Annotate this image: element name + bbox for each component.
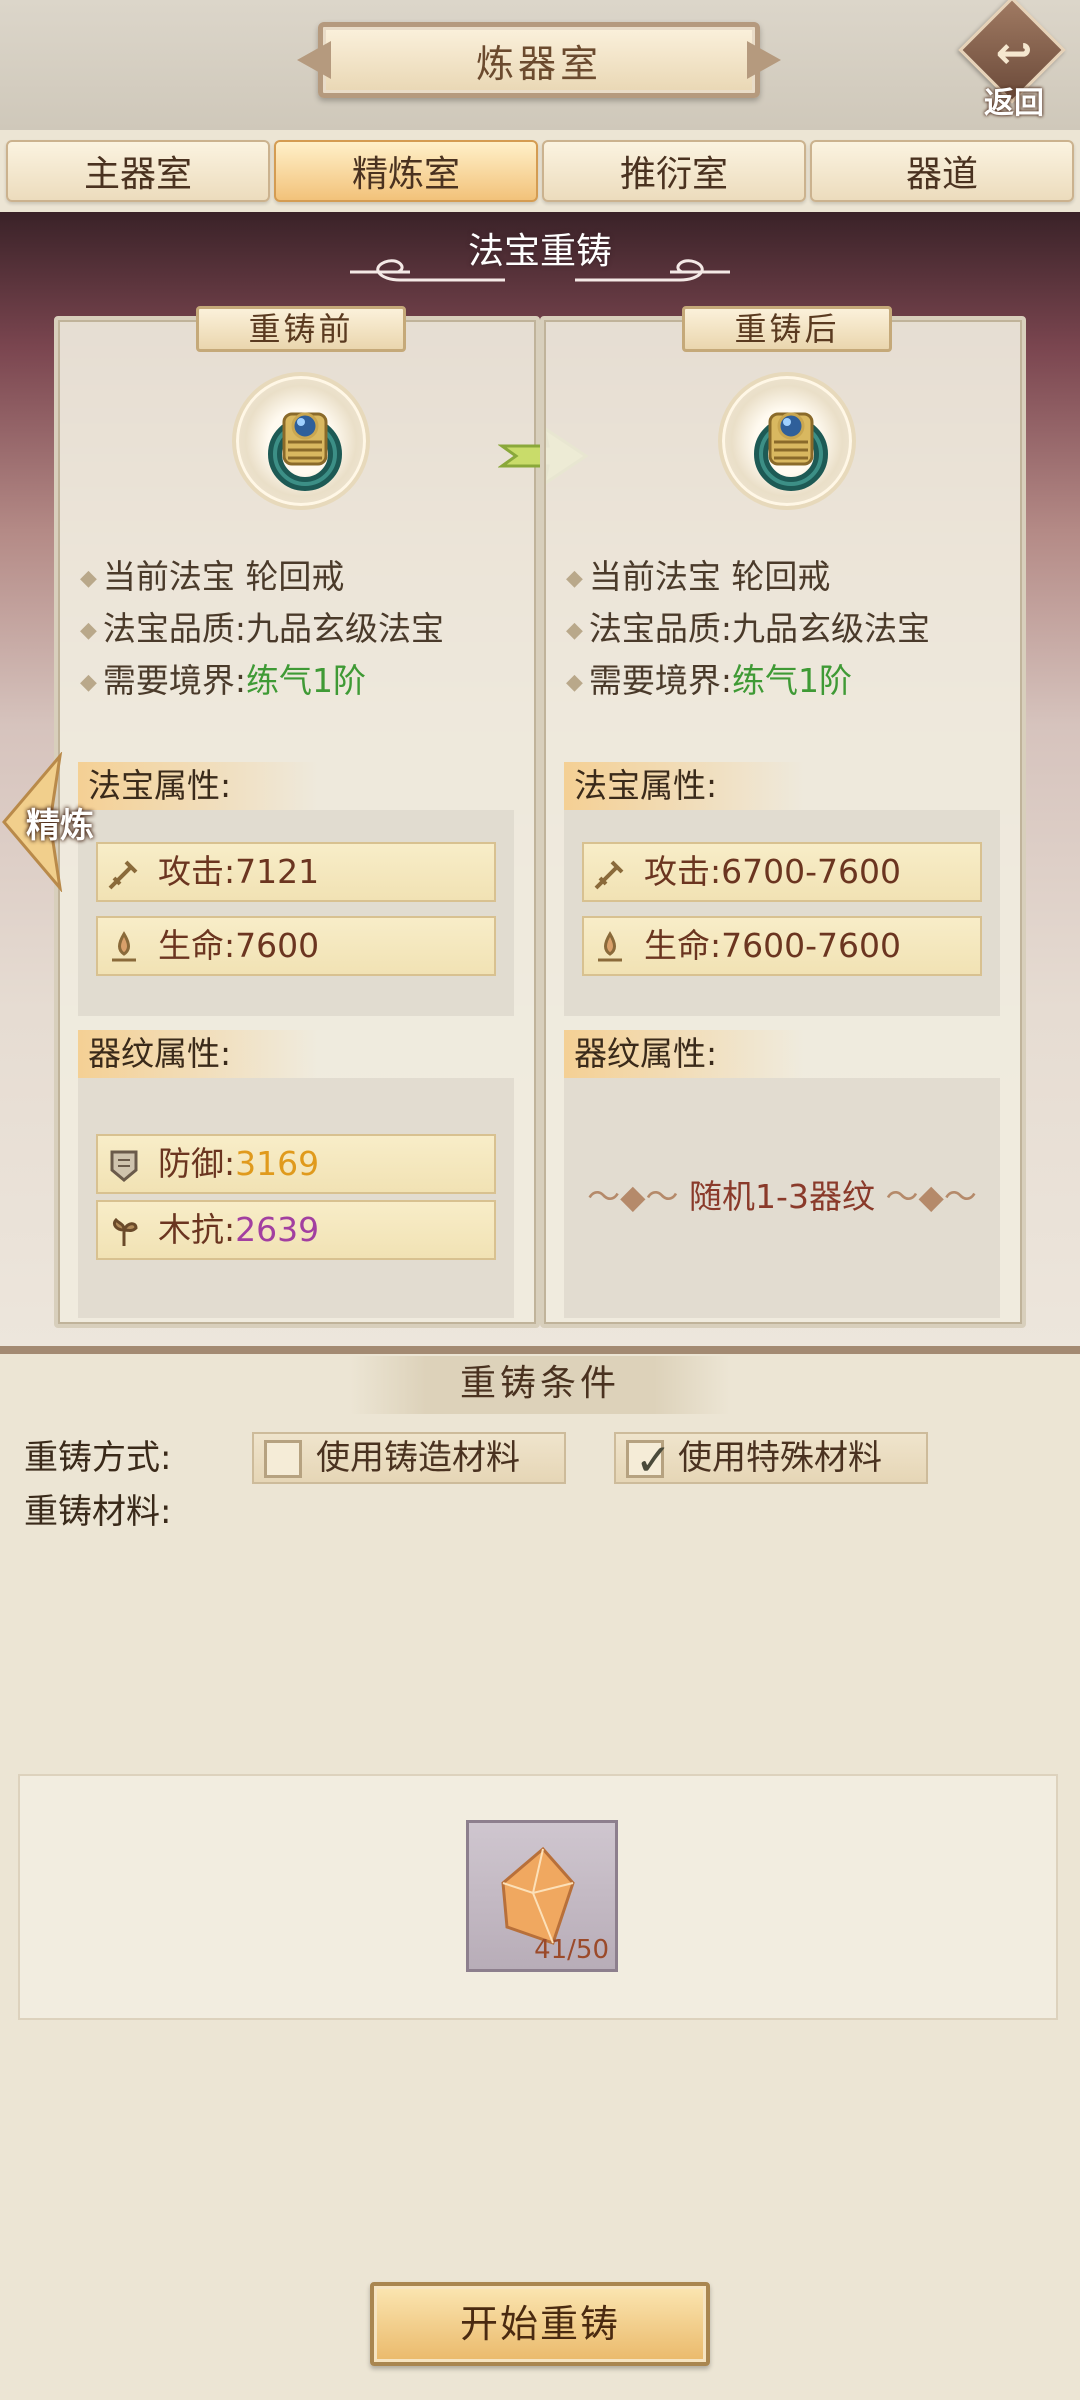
item-name-label: 当前法宝 xyxy=(588,557,721,596)
attack-label: 攻击: xyxy=(644,852,722,891)
option-label: 使用特殊材料 xyxy=(678,1438,882,1478)
pattern-label: 木抗: xyxy=(158,1210,236,1249)
attack-icon xyxy=(594,860,624,890)
hp-icon xyxy=(112,931,136,962)
before-item-slot[interactable] xyxy=(232,372,370,510)
attack-value: 7121 xyxy=(235,852,320,891)
item-realm-value: 练气1阶 xyxy=(732,661,853,700)
defense-icon xyxy=(110,1150,138,1182)
item-name-row: ◆ 当前法宝 轮回戒 xyxy=(80,550,344,600)
section-title: 法宝重铸 xyxy=(467,231,612,272)
hp-label: 生命: xyxy=(644,926,722,965)
hp-row: 生命:7600 xyxy=(96,916,496,976)
ring-icon xyxy=(754,412,828,491)
wood-resist-icon xyxy=(112,1217,138,1246)
hp-icon xyxy=(598,931,622,962)
item-quality-label: 法宝品质: xyxy=(588,609,733,648)
item-realm-label: 需要境界: xyxy=(588,661,733,700)
attack-value: 6700-7600 xyxy=(721,852,901,891)
artifact-attr-title: 法宝属性: xyxy=(564,762,804,810)
item-quality-value: 九品玄级法宝 xyxy=(732,609,931,648)
hp-value: 7600-7600 xyxy=(721,926,901,965)
checkbox-checked[interactable]: ✓ xyxy=(626,1437,672,1485)
item-realm-label: 需要境界: xyxy=(102,661,247,700)
diamond-bullet-icon: ◆ xyxy=(566,618,583,643)
after-item-slot[interactable] xyxy=(718,372,856,510)
artifact-attr-box: 攻击:6700-7600 生命:7600-7600 xyxy=(564,810,1000,1016)
attack-row: 攻击:7121 xyxy=(96,842,496,902)
item-name-label: 当前法宝 xyxy=(102,557,235,596)
item-quality-row: ◆ 法宝品质:九品玄级法宝 xyxy=(566,602,930,652)
ornament-left-icon: ～◆～ xyxy=(587,1177,690,1216)
item-realm-row: ◆ 需要境界:练气1阶 xyxy=(80,654,366,704)
artifact-attr-title: 法宝属性: xyxy=(78,762,318,810)
pattern-value: 2639 xyxy=(235,1210,320,1249)
diamond-bullet-icon: ◆ xyxy=(566,566,583,591)
attack-row: 攻击:6700-7600 xyxy=(582,842,982,902)
back-arrow-icon: ↩ xyxy=(995,28,1033,79)
back-label: 返回 xyxy=(984,86,1044,121)
pattern-attr-box: 防御:3169 木抗:2639 xyxy=(78,1078,514,1318)
random-pattern-value: 随机1-3器纹 xyxy=(689,1177,875,1216)
item-quality-row: ◆ 法宝品质:九品玄级法宝 xyxy=(80,602,444,652)
tab-refine-room[interactable]: 精炼室 xyxy=(274,140,538,202)
diamond-bullet-icon: ◆ xyxy=(80,618,97,643)
material-count: 41/50 xyxy=(534,1935,609,1965)
pattern-attr-title: 器纹属性: xyxy=(564,1030,804,1078)
pattern-label: 防御: xyxy=(158,1144,236,1183)
use-forge-material-option[interactable]: 使用铸造材料 xyxy=(252,1432,566,1484)
hp-value: 7600 xyxy=(235,926,320,965)
random-pattern-text: ～◆～ 随机1-3器纹 ～◆～ xyxy=(564,1170,1000,1218)
pattern-attr-title: 器纹属性: xyxy=(78,1030,318,1078)
tab-derive-room[interactable]: 推衍室 xyxy=(542,140,806,202)
refine-side-label: 精炼 xyxy=(26,806,94,846)
page-title: 炼器室 xyxy=(318,22,760,98)
pattern-row: 木抗:2639 xyxy=(96,1200,496,1260)
method-label: 重铸方式: xyxy=(24,1438,172,1478)
hp-label: 生命: xyxy=(158,926,236,965)
diamond-bullet-icon: ◆ xyxy=(80,670,97,695)
divider xyxy=(0,1346,1080,1354)
before-card: 重铸前 ◆ 当前法宝 轮回戒 ◆ 法宝品质:九品玄级法宝 ◆ 需要境界:练气1阶 法宝… xyxy=(54,306,540,1328)
after-card: 重铸后 ◆ 当前法宝 轮回戒 ◆ 法宝品质:九品玄级法宝 ◆ 需要境界:练气1阶 法宝… xyxy=(540,306,1026,1328)
tab-main-room[interactable]: 主器室 xyxy=(6,140,270,202)
item-name-row: ◆ 当前法宝 轮回戒 xyxy=(566,550,830,600)
pattern-row: 防御:3169 xyxy=(96,1134,496,1194)
tab-artifact-path[interactable]: 器道 xyxy=(810,140,1074,202)
use-special-material-option[interactable]: ✓ 使用特殊材料 xyxy=(614,1432,928,1485)
ornament-right-icon: ～◆～ xyxy=(874,1177,977,1216)
option-label: 使用铸造材料 xyxy=(316,1438,520,1478)
material-slot[interactable]: 41/50 xyxy=(466,1820,618,1972)
item-quality-value: 九品玄级法宝 xyxy=(246,609,445,648)
material-label: 重铸材料: xyxy=(24,1492,172,1532)
pattern-value: 3169 xyxy=(235,1144,320,1183)
checkbox-unchecked[interactable] xyxy=(264,1440,302,1478)
artifact-attr-box: 攻击:7121 生命:7600 xyxy=(78,810,514,1016)
after-title: 重铸后 xyxy=(682,306,892,352)
attack-label: 攻击: xyxy=(158,852,236,891)
hp-row: 生命:7600-7600 xyxy=(582,916,982,976)
back-button[interactable]: ↩ 返回 xyxy=(958,0,1068,121)
item-realm-row: ◆ 需要境界:练气1阶 xyxy=(566,654,852,704)
start-recast-button[interactable]: 开始重铸 xyxy=(370,2282,710,2366)
diamond-bullet-icon: ◆ xyxy=(566,670,583,695)
attack-icon xyxy=(108,860,138,890)
ring-icon xyxy=(268,412,342,491)
item-quality-label: 法宝品质: xyxy=(102,609,247,648)
diamond-bullet-icon: ◆ xyxy=(80,566,97,591)
item-realm-value: 练气1阶 xyxy=(246,661,367,700)
item-name-value: 轮回戒 xyxy=(245,557,345,596)
pattern-attr-box: ～◆～ 随机1-3器纹 ～◆～ xyxy=(564,1078,1000,1318)
item-name-value: 轮回戒 xyxy=(731,557,831,596)
before-title: 重铸前 xyxy=(196,306,406,352)
check-icon: ✓ xyxy=(635,1435,672,1486)
conditions-title: 重铸条件 xyxy=(350,1356,730,1414)
